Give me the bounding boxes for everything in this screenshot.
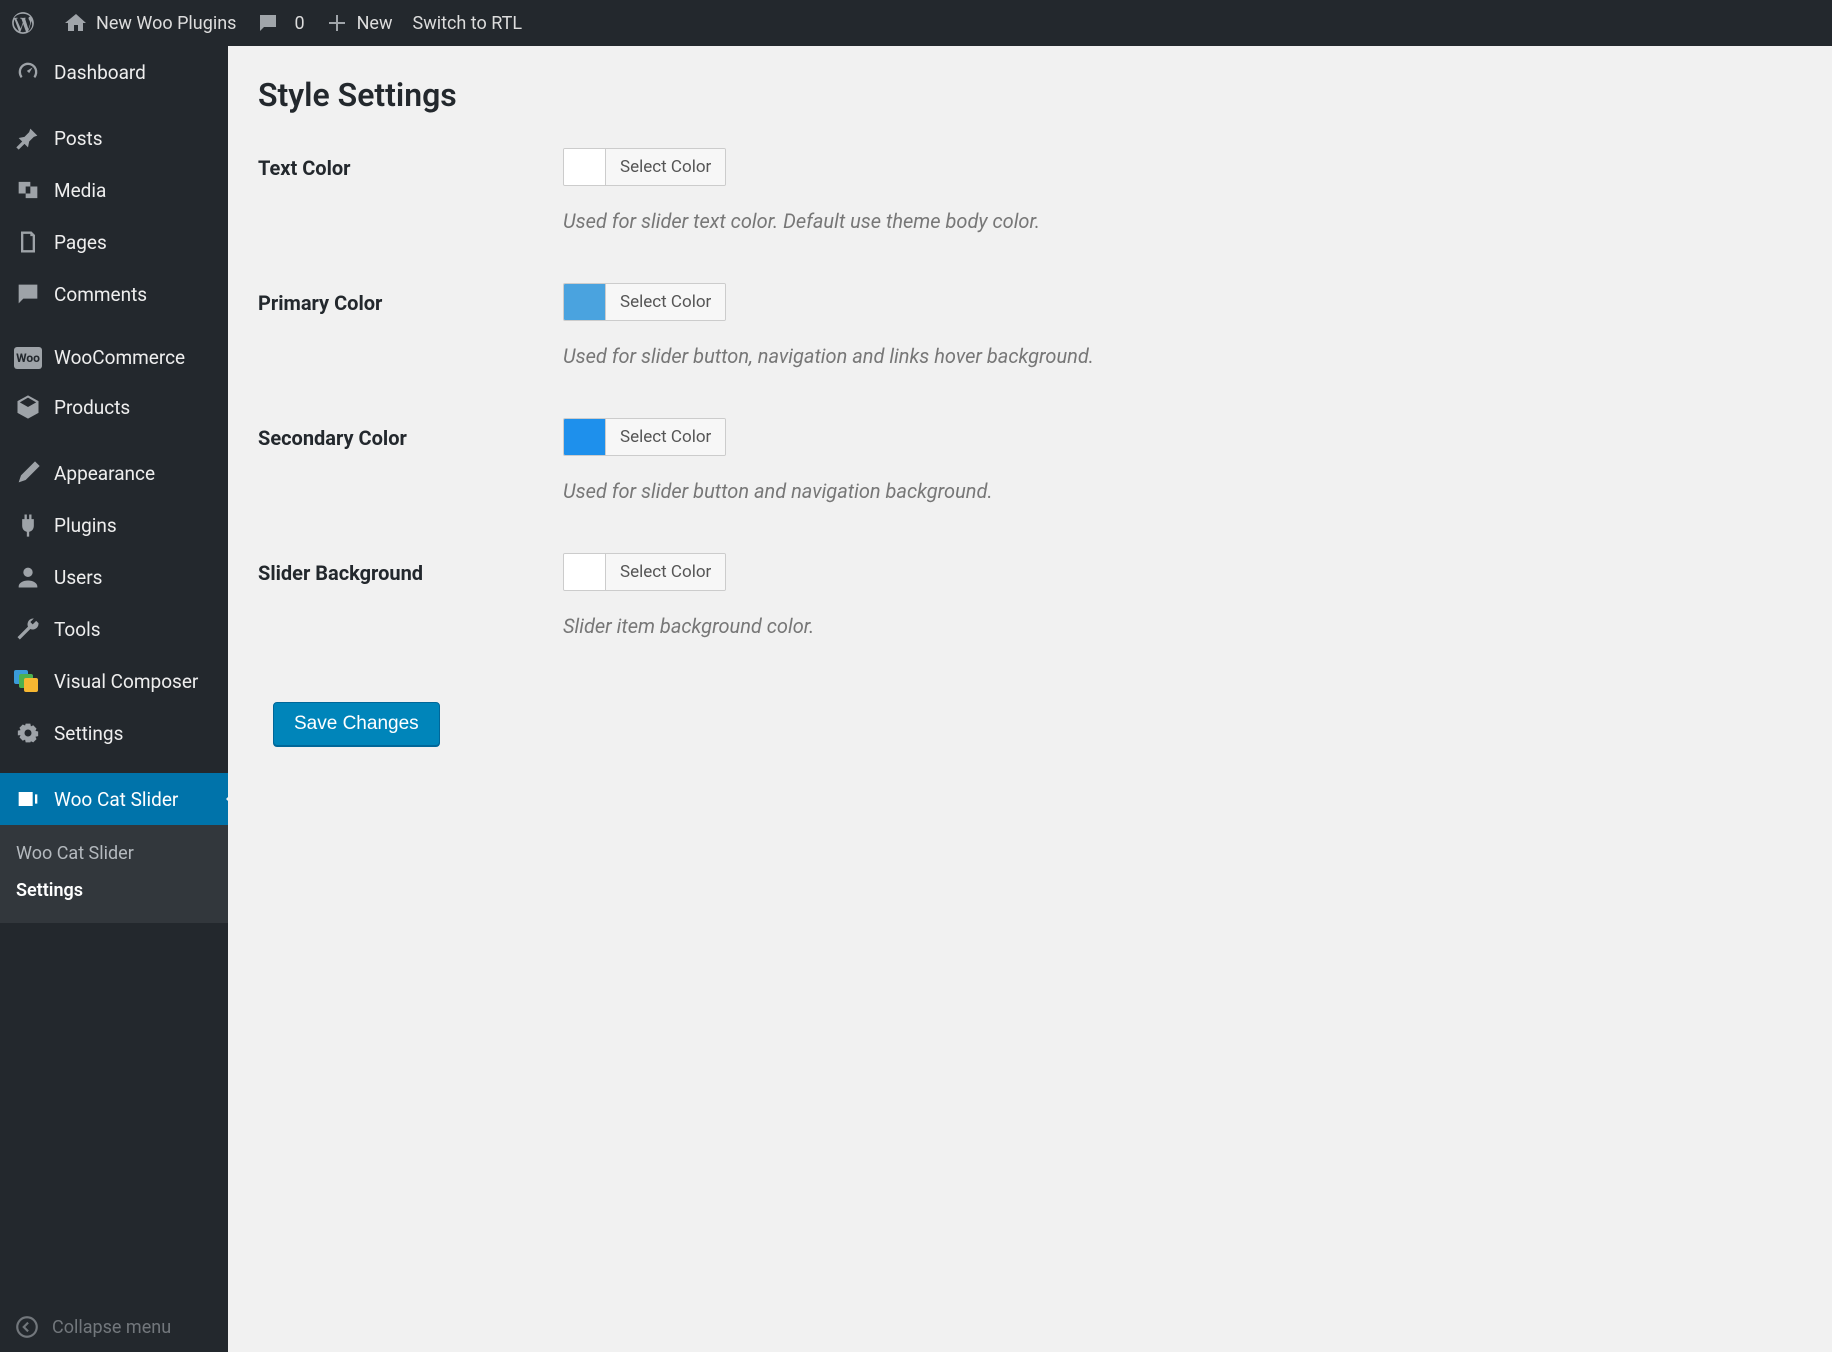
main-content: Style Settings Text Color Select Color U… — [228, 46, 1832, 1352]
admin-sidebar: Dashboard Posts Media Pages Comments Woo… — [0, 46, 228, 1352]
visual-composer-icon — [14, 667, 42, 695]
sidebar-item-tools[interactable]: Tools — [0, 603, 228, 655]
collapse-label: Collapse menu — [52, 1317, 171, 1338]
rtl-label: Switch to RTL — [413, 13, 523, 34]
sidebar-item-label: Tools — [54, 618, 101, 641]
wordpress-icon — [10, 10, 36, 36]
sidebar-item-products[interactable]: Products — [0, 381, 228, 433]
sidebar-item-label: Pages — [54, 231, 107, 254]
field-label: Slider Background — [258, 553, 563, 585]
media-icon — [14, 176, 42, 204]
color-swatch — [564, 149, 606, 185]
sidebar-item-users[interactable]: Users — [0, 551, 228, 603]
sidebar-item-label: Comments — [54, 283, 147, 306]
home-icon — [64, 11, 88, 35]
field-secondary-color: Secondary Color Select Color Used for sl… — [258, 418, 1802, 503]
field-description: Slider item background color. — [563, 614, 1802, 638]
field-description: Used for slider button and navigation ba… — [563, 479, 1802, 503]
sidebar-item-label: WooCommerce — [54, 346, 185, 369]
plugins-icon — [14, 511, 42, 539]
field-description: Used for slider text color. Default use … — [563, 209, 1802, 233]
color-picker[interactable]: Select Color — [563, 418, 726, 456]
page-title: Style Settings — [258, 76, 1802, 114]
plus-icon — [325, 11, 349, 35]
new-content[interactable]: New — [325, 0, 393, 46]
sidebar-item-appearance[interactable]: Appearance — [0, 447, 228, 499]
color-picker[interactable]: Select Color — [563, 283, 726, 321]
color-swatch — [564, 284, 606, 320]
sidebar-item-woo-cat-slider[interactable]: Woo Cat Slider — [0, 773, 228, 825]
new-label: New — [357, 13, 393, 34]
comments-count: 0 — [294, 13, 304, 34]
sidebar-item-label: Posts — [54, 127, 103, 150]
submenu-item-woo-cat-slider[interactable]: Woo Cat Slider — [0, 835, 228, 872]
site-title: New Woo Plugins — [96, 13, 236, 34]
field-label: Text Color — [258, 148, 563, 180]
sidebar-item-visual-composer[interactable]: Visual Composer — [0, 655, 228, 707]
color-swatch — [564, 554, 606, 590]
sidebar-item-media[interactable]: Media — [0, 164, 228, 216]
sidebar-item-label: Woo Cat Slider — [54, 788, 178, 811]
sidebar-item-plugins[interactable]: Plugins — [0, 499, 228, 551]
sidebar-item-comments[interactable]: Comments — [0, 268, 228, 320]
sidebar-item-settings[interactable]: Settings — [0, 707, 228, 759]
sidebar-item-label: Plugins — [54, 514, 117, 537]
select-color-button[interactable]: Select Color — [606, 554, 725, 590]
field-text-color: Text Color Select Color Used for slider … — [258, 148, 1802, 233]
users-icon — [14, 563, 42, 591]
sidebar-item-label: Visual Composer — [54, 670, 198, 693]
settings-form: Text Color Select Color Used for slider … — [258, 148, 1802, 638]
sidebar-item-label: Appearance — [54, 462, 155, 485]
color-swatch — [564, 419, 606, 455]
comments-link[interactable]: 0 — [256, 0, 304, 46]
color-picker[interactable]: Select Color — [563, 148, 726, 186]
admin-bar: New Woo Plugins 0 New Switch to RTL — [0, 0, 1832, 46]
comment-icon — [256, 11, 280, 35]
sidebar-item-label: Media — [54, 179, 106, 202]
select-color-button[interactable]: Select Color — [606, 284, 725, 320]
submenu-item-settings[interactable]: Settings — [0, 872, 228, 909]
save-button[interactable]: Save Changes — [273, 702, 440, 746]
switch-rtl[interactable]: Switch to RTL — [413, 0, 523, 46]
sidebar-item-pages[interactable]: Pages — [0, 216, 228, 268]
slider-icon — [14, 785, 42, 813]
field-description: Used for slider button, navigation and l… — [563, 344, 1802, 368]
field-slider-background: Slider Background Select Color Slider it… — [258, 553, 1802, 638]
sidebar-item-label: Users — [54, 566, 102, 589]
field-label: Secondary Color — [258, 418, 563, 450]
tools-icon — [14, 615, 42, 643]
select-color-button[interactable]: Select Color — [606, 149, 725, 185]
collapse-menu[interactable]: Collapse menu — [0, 1302, 228, 1352]
collapse-icon — [14, 1314, 40, 1340]
sidebar-item-woocommerce[interactable]: Woo WooCommerce — [0, 334, 228, 381]
field-label: Primary Color — [258, 283, 563, 315]
sidebar-item-label: Products — [54, 396, 130, 419]
select-color-button[interactable]: Select Color — [606, 419, 725, 455]
sidebar-item-dashboard[interactable]: Dashboard — [0, 46, 228, 98]
comment-icon — [14, 280, 42, 308]
settings-icon — [14, 719, 42, 747]
sidebar-submenu: Woo Cat Slider Settings — [0, 825, 228, 923]
sidebar-item-posts[interactable]: Posts — [0, 112, 228, 164]
products-icon — [14, 393, 42, 421]
site-link[interactable]: New Woo Plugins — [64, 0, 236, 46]
sidebar-item-label: Dashboard — [54, 61, 146, 84]
color-picker[interactable]: Select Color — [563, 553, 726, 591]
appearance-icon — [14, 459, 42, 487]
dashboard-icon — [14, 58, 42, 86]
woo-icon: Woo — [14, 347, 42, 369]
pin-icon — [14, 124, 42, 152]
wp-logo[interactable] — [10, 0, 44, 46]
pages-icon — [14, 228, 42, 256]
sidebar-item-label: Settings — [54, 722, 123, 745]
field-primary-color: Primary Color Select Color Used for slid… — [258, 283, 1802, 368]
